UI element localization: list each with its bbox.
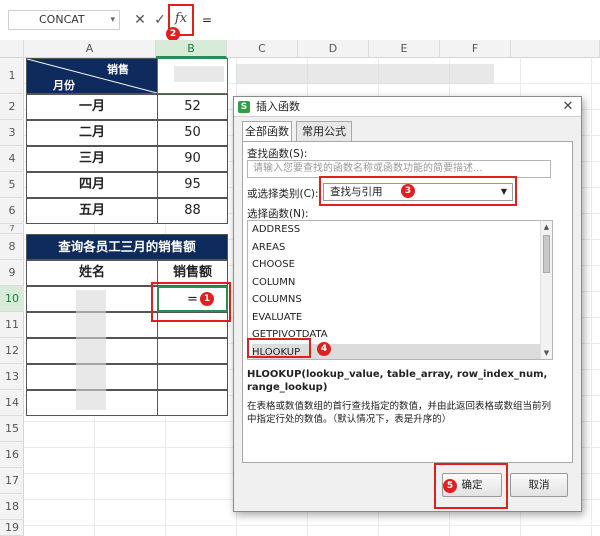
dialog-title-bar: 插入函数 [234,97,581,117]
tab-all-functions[interactable]: 全部函数 [242,121,292,142]
value-cell[interactable]: 88 [157,198,228,224]
header-month-label: 月份 [53,79,75,92]
row-header-14[interactable]: 14 [0,390,24,416]
column-headers: A B C D E F [0,40,600,58]
value-cell[interactable]: 90 [157,146,228,172]
row-header-10[interactable]: 10 [0,286,24,312]
column-header-e[interactable]: E [369,40,440,58]
dialog-title: 插入函数 [256,100,300,113]
row-header-4[interactable]: 4 [0,146,24,172]
annotation-badge-1: 1 [200,292,214,306]
scroll-down-icon[interactable]: ▼ [541,347,552,359]
formula-input[interactable]: = [196,10,596,30]
name-box[interactable]: CONCAT ▾ [8,10,120,30]
annotation-badge-2: 2 [166,27,180,41]
cancel-label: 取消 [528,479,550,491]
tab-common-formulas[interactable]: 常用公式 [296,121,352,141]
row-header-7[interactable]: 7 [0,224,24,234]
month-cell[interactable]: 二月 [26,120,158,146]
row-header-1[interactable]: 1 [0,58,24,94]
row-header-5[interactable]: 5 [0,172,24,198]
row-header-17[interactable]: 17 [0,468,24,494]
list-item[interactable]: COLUMN [252,274,542,292]
function-list-label: 选择函数(N): [247,208,309,220]
annotation-box-4 [247,338,311,358]
formula-bar: CONCAT ▾ ✕ ✓ fx 2 = [0,0,600,41]
annotation-badge-4: 4 [317,342,331,356]
row-headers: 1 2 3 4 5 6 7 8 9 10 11 12 13 14 15 16 1… [0,58,24,536]
sales-cell[interactable] [157,338,228,364]
month-cell[interactable]: 四月 [26,172,158,198]
list-item[interactable]: EVALUATE [252,309,542,327]
insert-function-dialog: 插入函数 S ✕ 全部函数 常用公式 查找函数(S): 请输入您要查找的函数名称… [233,96,582,512]
name-column-header: 姓名 [26,260,158,286]
row-header-3[interactable]: 3 [0,120,24,146]
annotation-badge-5: 5 [443,479,457,493]
scroll-up-icon[interactable]: ▲ [541,221,552,233]
row-header-2[interactable]: 2 [0,94,24,120]
app-logo-icon: S [238,101,250,113]
chevron-down-icon[interactable]: ▾ [110,11,115,29]
list-item[interactable]: ADDRESS [252,221,542,239]
row-header-18[interactable]: 18 [0,494,24,520]
category-label: 或选择类别(C): [247,188,319,200]
blurred-content [174,66,224,82]
column-header-b[interactable]: B [156,40,227,58]
row-header-9[interactable]: 9 [0,260,24,286]
column-header-a[interactable]: A [24,40,156,58]
tab-panel: 查找函数(S): 请输入您要查找的函数名称或函数功能的简要描述... 或选择类别… [242,141,573,463]
sales-table-header: 销售 月份 [26,58,158,94]
scroll-thumb[interactable] [543,235,550,273]
list-item[interactable]: AREAS [252,239,542,257]
cancel-button[interactable]: 取消 [510,473,568,497]
annotation-box-3 [319,176,517,206]
month-cell[interactable]: 三月 [26,146,158,172]
row-header-12[interactable]: 12 [0,338,24,364]
function-description: 在表格或数值数组的首行查找指定的数值，并由此返回表格或数组当前列中指定行处的数值… [247,401,552,425]
value-cell[interactable]: 95 [157,172,228,198]
row-header-19[interactable]: 19 [0,520,24,536]
sales-cell[interactable] [157,364,228,390]
row-header-16[interactable]: 16 [0,442,24,468]
header-sales-label: 销售 [107,63,129,76]
value-cell[interactable]: 52 [157,94,228,120]
confirm-icon[interactable]: ✓ [152,10,168,30]
column-header-f[interactable]: F [440,40,511,58]
row-header-11[interactable]: 11 [0,312,24,338]
row-header-6[interactable]: 6 [0,198,24,224]
month-cell[interactable]: 五月 [26,198,158,224]
function-syntax: HLOOKUP(lookup_value, table_array, row_i… [247,369,548,393]
close-icon[interactable]: ✕ [561,97,575,117]
name-box-value: CONCAT [39,13,85,26]
annotation-box-1 [151,282,231,322]
sales-cell[interactable] [157,390,228,416]
row-header-8[interactable]: 8 [0,234,24,260]
row-header-15[interactable]: 15 [0,416,24,442]
row-header-13[interactable]: 13 [0,364,24,390]
value-cell[interactable]: 50 [157,120,228,146]
month-cell[interactable]: 一月 [26,94,158,120]
diagonal-line [27,59,157,93]
column-header-d[interactable]: D [298,40,369,58]
blurred-content [76,290,106,410]
list-item[interactable]: COLUMNS [252,291,542,309]
select-all-corner[interactable] [0,40,24,58]
blurred-content [236,64,494,84]
annotation-badge-3: 3 [401,184,415,198]
column-header-g[interactable] [511,40,600,58]
cancel-icon[interactable]: ✕ [132,10,148,30]
search-label: 查找函数(S): [247,148,308,160]
query-table-title: 查询各员工三月的销售额 [26,234,228,260]
list-scrollbar[interactable]: ▲ ▼ [540,221,552,359]
column-header-c[interactable]: C [227,40,298,58]
list-item[interactable]: CHOOSE [252,256,542,274]
